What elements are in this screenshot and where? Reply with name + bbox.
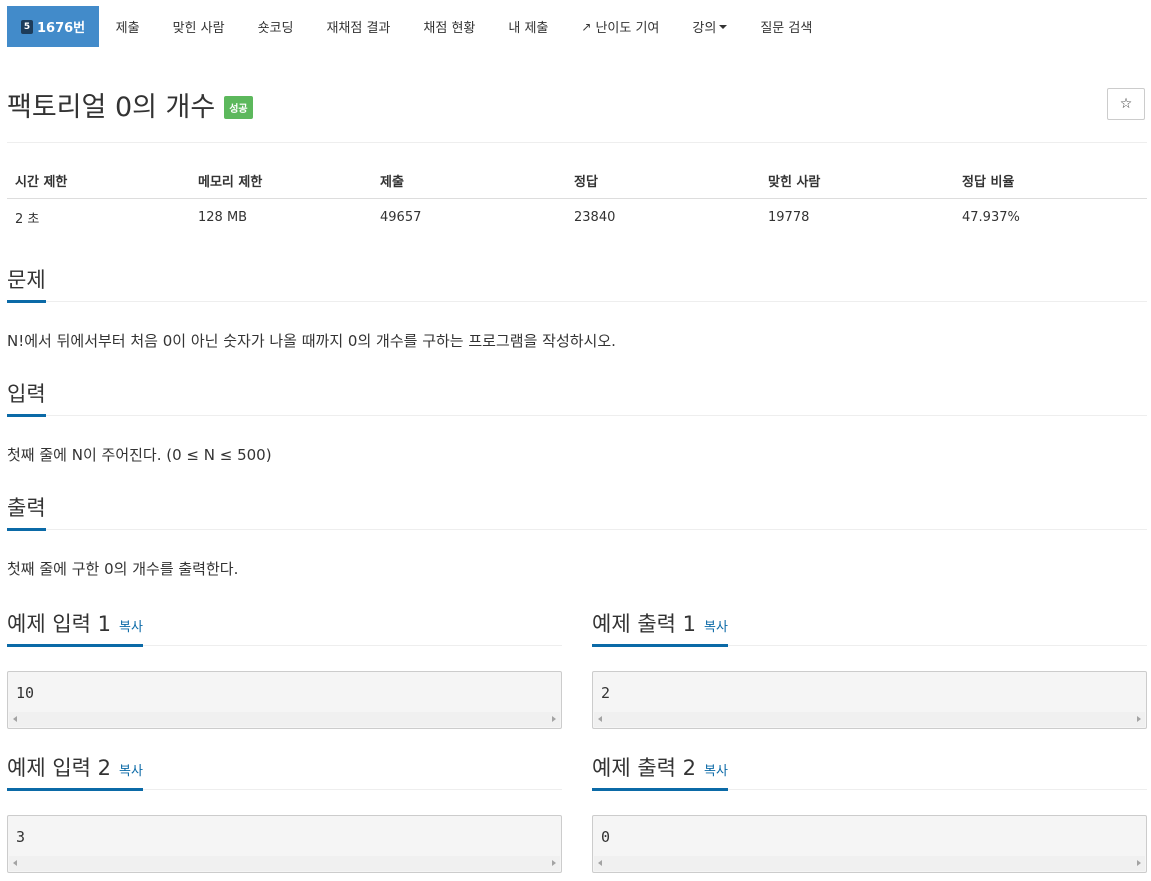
horizontal-scrollbar[interactable] [594, 856, 1145, 871]
value-submissions: 49657 [380, 209, 422, 225]
horizontal-scrollbar[interactable] [9, 712, 560, 727]
nav-my-submissions[interactable]: 내 제출 [492, 6, 565, 47]
nav-submit[interactable]: 제출 [99, 6, 156, 47]
nav-question-search[interactable]: 질문 검색 [744, 6, 829, 47]
star-icon: ☆ [1119, 96, 1133, 112]
sample-input-1-box[interactable]: 10 [7, 671, 562, 729]
header-ratio: 정답 비율 [962, 174, 1015, 190]
sample-output-2: 예제 출력 2 복사 0 [592, 751, 1147, 873]
value-time-limit: 2 초 [15, 211, 40, 227]
horizontal-scrollbar[interactable] [9, 856, 560, 871]
section-header: 예제 출력 2 복사 [592, 751, 1147, 791]
sample-output-2-value: 0 [601, 828, 611, 846]
nav-status[interactable]: 채점 현황 [407, 6, 492, 47]
section-header: 예제 입력 1 복사 [7, 607, 562, 647]
header-memory-limit: 메모리 제한 [198, 174, 263, 190]
section-header: 예제 출력 1 복사 [592, 607, 1147, 647]
table-header-row: 시간 제한 메모리 제한 제출 정답 맞힌 사람 정답 비율 [7, 162, 1147, 199]
nav-lectures[interactable]: 강의 [676, 6, 744, 47]
sample-input-2-title: 예제 입력 2 복사 [7, 752, 143, 791]
nav-difficulty-contrib[interactable]: ↗ 난이도 기여 [565, 6, 676, 47]
horizontal-scrollbar[interactable] [594, 712, 1145, 727]
scroll-left-icon[interactable] [13, 860, 17, 866]
problem-nav: 5 1676번 제출 맞힌 사람 숏코딩 재채점 결과 채점 현황 내 제출 ↗… [7, 6, 829, 47]
value-ratio: 47.937% [962, 209, 1020, 225]
copy-button[interactable]: 복사 [704, 764, 728, 779]
section-header: 예제 입력 2 복사 [7, 751, 562, 791]
sample-output-1-value: 2 [601, 684, 611, 702]
nav-shortcoding[interactable]: 숏코딩 [241, 6, 310, 47]
nav-lectures-label: 강의 [692, 21, 717, 36]
scroll-right-icon[interactable] [1137, 860, 1141, 866]
copy-button[interactable]: 복사 [704, 620, 728, 635]
scroll-right-icon[interactable] [552, 860, 556, 866]
nav-difficulty-label: 난이도 기여 [595, 21, 660, 36]
copy-button[interactable]: 복사 [119, 620, 143, 635]
sample-output-2-title: 예제 출력 2 복사 [592, 752, 728, 791]
problem-title-row: 팩토리얼 0의 개수 성공 [7, 85, 253, 124]
sample-output-1-title: 예제 출력 1 복사 [592, 608, 728, 647]
sample-input-1-value: 10 [16, 684, 35, 702]
output-section: 출력 첫째 줄에 구한 0의 개수를 출력한다. [7, 493, 1147, 579]
sample-input-2-label: 예제 입력 2 [7, 756, 111, 780]
value-accepted: 23840 [574, 209, 616, 225]
table-row: 2 초 128 MB 49657 23840 19778 47.937% [7, 199, 1147, 235]
scroll-left-icon[interactable] [598, 716, 602, 722]
output-text: 첫째 줄에 구한 0의 개수를 출력한다. [7, 560, 239, 578]
status-badge: 성공 [224, 96, 253, 119]
header-accepted: 정답 [574, 174, 598, 190]
value-solvers: 19778 [768, 209, 810, 225]
scroll-right-icon[interactable] [1137, 716, 1141, 722]
nav-problem-tab[interactable]: 5 1676번 [7, 6, 100, 47]
sample-output-1: 예제 출력 1 복사 2 [592, 607, 1147, 729]
header-submissions: 제출 [380, 174, 404, 190]
value-memory-limit: 128 MB [198, 209, 248, 225]
page-title: 팩토리얼 0의 개수 [7, 92, 216, 123]
sample-input-2-box[interactable]: 3 [7, 815, 562, 873]
sample-input-1: 예제 입력 1 복사 10 [7, 607, 562, 729]
sample-input-2: 예제 입력 2 복사 3 [7, 751, 562, 873]
sample-input-1-label: 예제 입력 1 [7, 612, 111, 636]
sample-input-2-value: 3 [16, 828, 26, 846]
sample-output-2-box[interactable]: 0 [592, 815, 1147, 873]
sample-input-1-title: 예제 입력 1 복사 [7, 608, 143, 647]
header-solvers: 맞힌 사람 [768, 174, 821, 190]
sample-output-1-label: 예제 출력 1 [592, 612, 696, 636]
sample-output-2-label: 예제 출력 2 [592, 756, 696, 780]
problem-description-section: 문제 N!에서 뒤에서부터 처음 0이 아닌 숫자가 나올 때까지 0의 개수를… [7, 265, 1147, 351]
input-section: 입력 첫째 줄에 N이 주어진다. (0 ≤ N ≤ 500) [7, 379, 1147, 465]
sample-output-1-box[interactable]: 2 [592, 671, 1147, 729]
section-header: 문제 [7, 264, 1147, 303]
scroll-left-icon[interactable] [598, 860, 602, 866]
scroll-left-icon[interactable] [13, 716, 17, 722]
copy-button[interactable]: 복사 [119, 764, 143, 779]
section-title-output: 출력 [7, 492, 46, 531]
external-link-icon: ↗ [581, 19, 592, 34]
input-text: 첫째 줄에 N이 주어진다. (0 ≤ N ≤ 500) [7, 446, 272, 464]
star-button[interactable]: ☆ [1107, 88, 1145, 120]
nav-rejudge-results[interactable]: 재채점 결과 [310, 6, 407, 47]
section-header: 출력 [7, 492, 1147, 531]
problem-text: N!에서 뒤에서부터 처음 0이 아닌 숫자가 나올 때까지 0의 개수를 구하… [7, 332, 616, 350]
scroll-right-icon[interactable] [552, 716, 556, 722]
header-time-limit: 시간 제한 [15, 174, 68, 190]
divider [7, 142, 1147, 143]
nav-problem-label: 1676번 [37, 21, 86, 36]
caret-down-icon [719, 24, 728, 29]
problem-info-table: 시간 제한 메모리 제한 제출 정답 맞힌 사람 정답 비율 2 초 128 M… [7, 162, 1147, 235]
section-title-problem: 문제 [7, 264, 46, 303]
section-header: 입력 [7, 378, 1147, 417]
problem-level-icon: 5 [21, 19, 33, 34]
nav-solvers[interactable]: 맞힌 사람 [156, 6, 241, 47]
section-title-input: 입력 [7, 378, 46, 417]
